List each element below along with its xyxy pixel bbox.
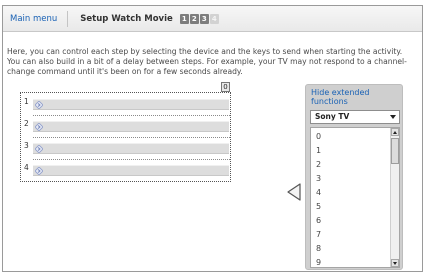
main-menu-link[interactable]: Main menu — [3, 14, 67, 24]
row-number: 3 — [24, 141, 29, 150]
step-sequence-box: 1 2 3 4 — [20, 92, 231, 182]
key-item[interactable]: 5 — [316, 200, 321, 214]
extended-functions-panel: Hide extended functions Sony TV 0 1 2 3 … — [305, 84, 403, 270]
diamond-arrow-icon[interactable] — [35, 101, 43, 109]
scroll-thumb[interactable] — [391, 138, 399, 164]
page-title: Setup Watch Movie — [80, 13, 173, 24]
row-number: 2 — [24, 119, 29, 128]
chevron-down-icon — [390, 115, 396, 119]
description-text: Here, you can control each step by selec… — [7, 47, 407, 76]
key-items: 0 1 2 3 4 5 6 7 8 9 — [316, 130, 321, 267]
step-1-badge: 1 — [179, 13, 189, 24]
row-slot[interactable] — [33, 165, 229, 176]
scroll-up-button[interactable] — [391, 128, 399, 136]
sequence-row[interactable]: 2 — [21, 115, 230, 137]
step-2-badge: 2 — [189, 13, 199, 24]
hide-extended-functions-link[interactable]: Hide extended functions — [311, 88, 402, 106]
row-number: 4 — [24, 163, 29, 172]
row-slot[interactable] — [33, 121, 229, 132]
diamond-arrow-icon[interactable] — [35, 145, 43, 153]
sequence-row[interactable]: 3 — [21, 137, 230, 159]
scroll-down-button[interactable] — [391, 259, 399, 267]
key-list[interactable]: 0 1 2 3 4 5 6 7 8 9 — [310, 127, 400, 268]
key-item[interactable]: 7 — [316, 228, 321, 242]
key-list-scrollbar[interactable] — [390, 128, 399, 267]
key-item[interactable]: 8 — [316, 242, 321, 256]
step-indicator: 1 2 3 4 — [179, 13, 219, 24]
chevron-up-icon — [393, 130, 397, 134]
key-item[interactable]: 4 — [316, 186, 321, 200]
key-item[interactable]: 9 — [316, 256, 321, 267]
diamond-arrow-icon[interactable] — [35, 123, 43, 131]
key-item[interactable]: 1 — [316, 144, 321, 158]
sequence-row[interactable]: 1 — [21, 93, 230, 115]
sequence-row[interactable]: 4 — [21, 159, 230, 181]
key-item[interactable]: 6 — [316, 214, 321, 228]
step-4-badge: 4 — [209, 13, 219, 24]
header-bar: Main menu Setup Watch Movie 1 2 3 4 — [3, 6, 422, 32]
device-select[interactable]: Sony TV — [310, 110, 400, 124]
step-3-badge: 3 — [199, 13, 209, 24]
device-select-value: Sony TV — [315, 112, 350, 121]
key-item[interactable]: 0 — [316, 130, 321, 144]
row-number: 1 — [24, 97, 29, 106]
row-slot[interactable] — [33, 143, 229, 154]
key-item[interactable]: 3 — [316, 172, 321, 186]
key-item[interactable]: 2 — [316, 158, 321, 172]
left-triangle-icon[interactable] — [287, 183, 301, 201]
row-slot[interactable] — [33, 99, 229, 110]
delay-zero-button[interactable]: 0 — [221, 82, 230, 92]
diamond-arrow-icon[interactable] — [35, 167, 43, 175]
chevron-down-icon — [393, 262, 397, 265]
